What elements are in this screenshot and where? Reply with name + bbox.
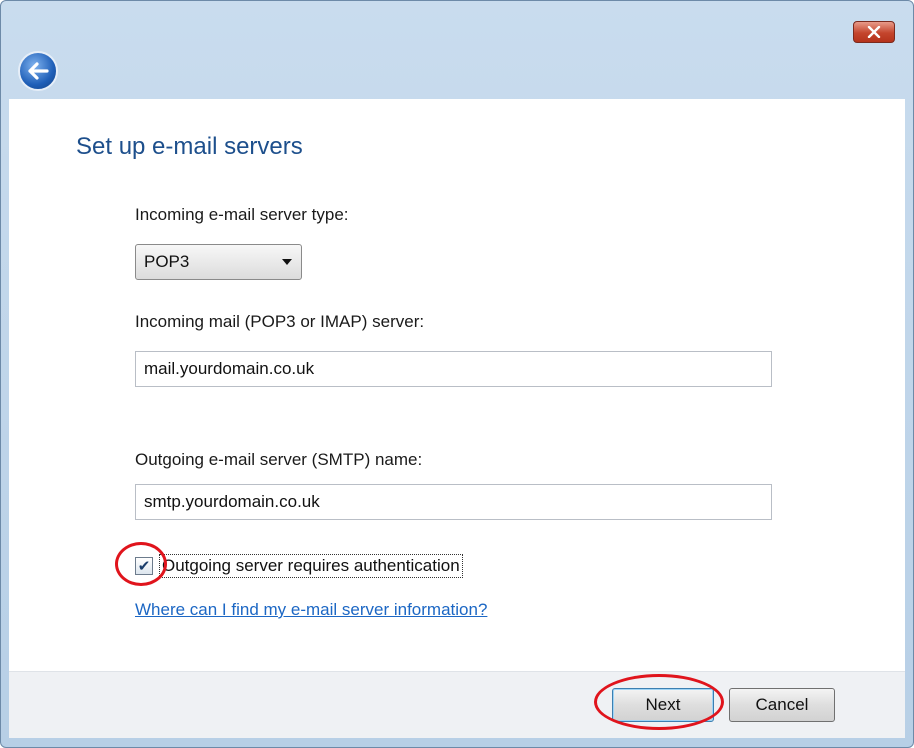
close-icon	[867, 26, 881, 38]
outgoing-server-label: Outgoing e-mail server (SMTP) name:	[135, 450, 423, 469]
back-button[interactable]	[18, 51, 58, 91]
outgoing-server-input[interactable]: smtp.yourdomain.co.uk	[135, 484, 772, 520]
chevron-down-icon	[282, 259, 292, 265]
checkmark-icon: ✔	[137, 557, 151, 575]
next-button[interactable]: Next	[612, 688, 714, 722]
auth-checkbox-row[interactable]: ✔ Outgoing server requires authenticatio…	[135, 552, 463, 580]
incoming-server-input[interactable]: mail.yourdomain.co.uk	[135, 351, 772, 387]
close-button[interactable]	[853, 21, 895, 43]
content-area: Set up e-mail servers Incoming e-mail se…	[9, 99, 905, 671]
auth-checkbox-label[interactable]: Outgoing server requires authentication	[159, 554, 463, 578]
cancel-button[interactable]: Cancel	[729, 688, 835, 722]
back-arrow-icon	[28, 62, 49, 80]
incoming-server-label: Incoming mail (POP3 or IMAP) server:	[135, 312, 425, 331]
incoming-type-value: POP3	[144, 252, 190, 271]
server-info-help-link[interactable]: Where can I find my e-mail server inform…	[135, 600, 487, 620]
auth-checkbox[interactable]: ✔	[135, 557, 153, 575]
incoming-type-select[interactable]: POP3	[135, 244, 302, 280]
incoming-type-label: Incoming e-mail server type:	[135, 205, 349, 224]
setup-dialog-window: Set up e-mail servers Incoming e-mail se…	[0, 0, 914, 748]
button-footer: Next Cancel	[9, 671, 905, 738]
incoming-server-value: mail.yourdomain.co.uk	[144, 359, 315, 378]
title-bar	[1, 1, 913, 97]
page-title: Set up e-mail servers	[76, 133, 303, 160]
outgoing-server-value: smtp.yourdomain.co.uk	[144, 492, 320, 511]
